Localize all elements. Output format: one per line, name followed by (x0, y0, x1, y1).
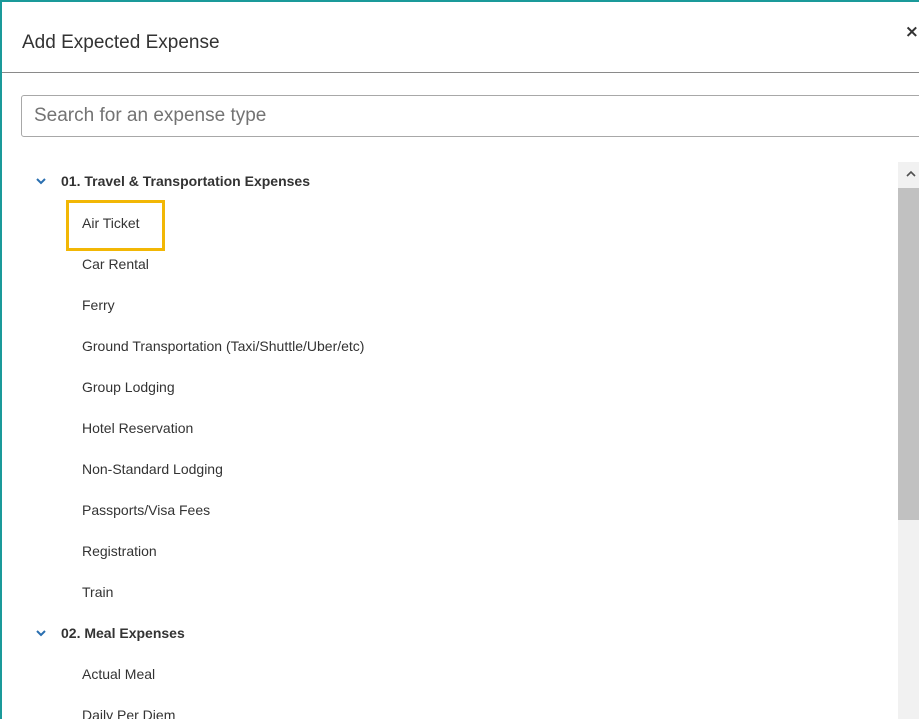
list-item-air-ticket[interactable]: Air Ticket (80, 211, 142, 235)
list-item-ground-transportation[interactable]: Ground Transportation (Taxi/Shuttle/Uber… (80, 334, 366, 358)
category-label: 01. Travel & Transportation Expenses (61, 173, 310, 189)
expense-type-list: 01. Travel & Transportation Expenses Air… (2, 162, 897, 719)
search-input[interactable] (21, 95, 919, 137)
list-item-hotel-reservation[interactable]: Hotel Reservation (80, 416, 195, 440)
scroll-thumb[interactable] (898, 188, 919, 520)
list-scrollbar[interactable] (898, 162, 919, 719)
list-item-passports-visa-fees[interactable]: Passports/Visa Fees (80, 498, 212, 522)
dialog-header: Add Expected Expense × (2, 2, 919, 73)
list-item-registration[interactable]: Registration (80, 539, 159, 563)
list-item-car-rental[interactable]: Car Rental (80, 252, 151, 276)
category-label: 02. Meal Expenses (61, 625, 185, 641)
close-icon[interactable]: × (905, 22, 919, 42)
list-item-actual-meal[interactable]: Actual Meal (80, 662, 157, 686)
chevron-down-icon (36, 178, 46, 185)
scroll-up-button[interactable] (898, 162, 919, 186)
add-expected-expense-dialog: Add Expected Expense × 01. Travel & Tran… (0, 0, 919, 719)
list-item-daily-per-diem[interactable]: Daily Per Diem (80, 703, 177, 719)
category-travel-transportation[interactable]: 01. Travel & Transportation Expenses (34, 168, 310, 194)
category-meal-expenses[interactable]: 02. Meal Expenses (34, 620, 185, 646)
dialog-title: Add Expected Expense (22, 32, 220, 53)
list-item-non-standard-lodging[interactable]: Non-Standard Lodging (80, 457, 225, 481)
list-item-train[interactable]: Train (80, 580, 115, 604)
list-item-ferry[interactable]: Ferry (80, 293, 117, 317)
chevron-up-icon (905, 170, 916, 177)
list-item-group-lodging[interactable]: Group Lodging (80, 375, 177, 399)
chevron-down-icon (36, 630, 46, 637)
